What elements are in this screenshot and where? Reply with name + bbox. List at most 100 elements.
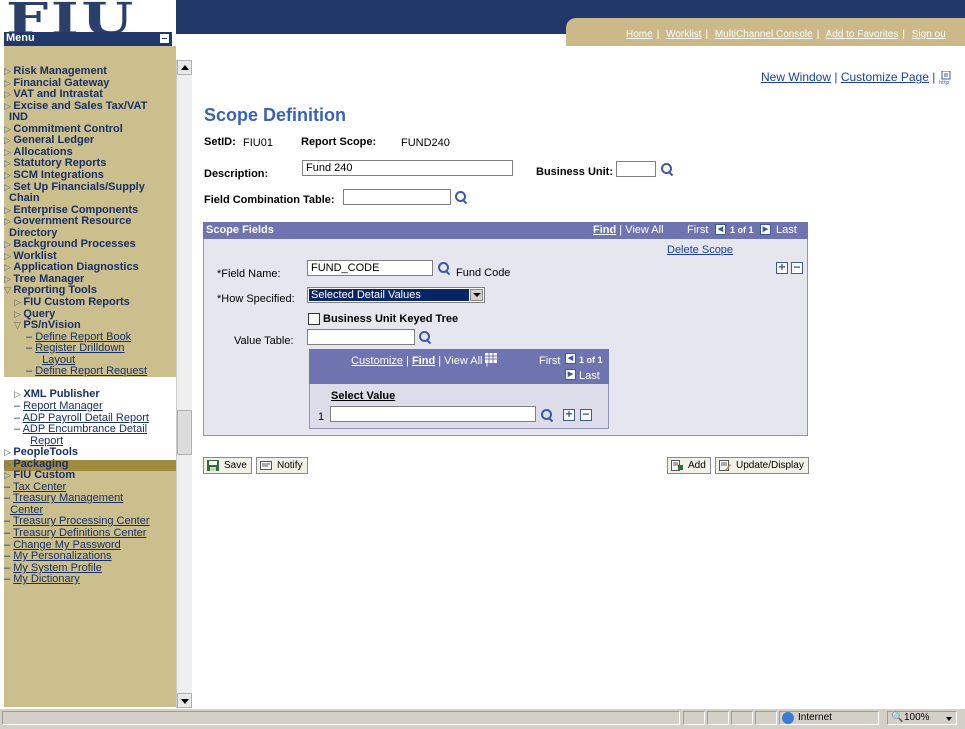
multichannel-console-link[interactable]: MultiChannel Console — [715, 29, 813, 40]
delete-scope-link[interactable]: Delete Scope — [667, 244, 733, 256]
sidebar-item-reporting-tools[interactable]: ▽ Reporting Tools — [4, 284, 97, 296]
select-value-lookup-icon[interactable] — [541, 409, 553, 421]
add-to-favorites-link[interactable]: Add to Favorites — [826, 29, 899, 40]
select-value-column-header[interactable]: Select Value — [331, 390, 395, 402]
sidebar-item-treasury-processing-center[interactable]: – Treasury Processing Center — [4, 515, 150, 527]
dash-icon: – — [4, 492, 13, 504]
scope-find-link[interactable]: Find — [593, 224, 616, 236]
sidebar-item-government-resource[interactable]: ▷ Government Resource — [4, 215, 131, 227]
sidebar-item-label: XML Publisher — [23, 388, 100, 400]
sidebar-item-risk-management[interactable]: ▷ Risk Management — [4, 65, 107, 77]
delete-row-icon[interactable]: − — [791, 261, 803, 274]
sidebar-item-fiu-custom-reports[interactable]: ▷ FIU Custom Reports — [14, 296, 130, 308]
sidebar-item-statutory-reports[interactable]: ▷ Statutory Reports — [4, 157, 106, 169]
scroll-thumb[interactable] — [177, 410, 192, 455]
sidebar-item-define-report-request[interactable]: – Define Report Request — [26, 365, 147, 377]
grid-customize-link[interactable]: Customize — [351, 355, 403, 367]
sidebar-item-adp-encumbrance-detail[interactable]: – ADP Encumbrance Detail — [14, 423, 147, 435]
dash-icon: – — [4, 573, 14, 585]
sidebar-scrollbar[interactable] — [176, 60, 192, 708]
expand-arrow-icon: ▷ — [4, 147, 14, 157]
worklist-link[interactable]: Worklist — [666, 29, 701, 40]
grid-last-label[interactable]: Last — [579, 370, 600, 382]
how-specified-select[interactable]: Selected Detail Values — [307, 287, 485, 303]
sign-out-link[interactable]: Sign ou — [912, 29, 946, 40]
sidebar-item-treasury-definitions-center[interactable]: – Treasury Definitions Center — [4, 527, 146, 539]
sidebar-item-ind[interactable]: IND — [4, 111, 28, 123]
chevron-down-icon[interactable] — [946, 717, 952, 721]
sidebar-item-label: My Personalizations — [13, 550, 112, 562]
scroll-up-icon[interactable] — [177, 60, 192, 75]
sidebar-item-my-personalizations[interactable]: – My Personalizations — [4, 550, 112, 562]
grid-view-all-link[interactable]: View All — [444, 355, 482, 367]
field-name-label: *Field Name: — [217, 268, 281, 280]
sidebar-item-application-diagnostics[interactable]: ▷ Application Diagnostics — [4, 261, 139, 273]
scope-last-label[interactable]: Last — [776, 224, 797, 236]
grid-add-row-icon[interactable]: + — [563, 408, 575, 421]
dash-icon: – — [14, 400, 24, 412]
add-row-icon[interactable]: + — [776, 261, 788, 274]
scope-next-icon[interactable]: ▶ — [760, 224, 771, 235]
sidebar-item-label: Treasury Processing Center — [12, 515, 150, 527]
expand-arrow-icon: ▷ — [14, 297, 24, 307]
page-utility-links: New Window | Customize Page | http — [761, 70, 953, 86]
business-unit-lookup-icon[interactable] — [661, 163, 673, 175]
home-link[interactable]: Home — [626, 29, 653, 40]
value-table-lookup-icon[interactable] — [419, 331, 431, 343]
minimize-menu-icon[interactable] — [160, 34, 169, 43]
sidebar-item-vat-and-intrastat[interactable]: ▷ VAT and Intrastat — [4, 88, 103, 100]
sidebar-item-chain[interactable]: Chain — [4, 192, 40, 204]
business-unit-input[interactable] — [616, 161, 656, 177]
sidebar-item-scm-integrations[interactable]: ▷ SCM Integrations — [4, 169, 104, 181]
scope-prev-icon[interactable]: ◀ — [715, 224, 726, 235]
customize-page-link[interactable]: Customize Page — [841, 70, 929, 84]
select-value-input[interactable] — [330, 406, 536, 422]
field-name-lookup-icon[interactable] — [438, 262, 450, 274]
chevron-down-icon[interactable] — [470, 289, 483, 301]
sidebar-item-treasury-management[interactable]: – Treasury Management — [4, 492, 123, 504]
notify-button[interactable]: Notify — [256, 457, 308, 474]
expand-arrow-icon: ▷ — [4, 470, 14, 480]
update-display-icon — [719, 460, 731, 471]
expand-arrow-icon: ▷ — [14, 309, 24, 319]
sidebar-item-general-ledger[interactable]: ▷ General Ledger — [4, 134, 94, 146]
scope-view-all-link[interactable]: View All — [625, 224, 663, 236]
scope-fields-title: Scope Fields — [206, 224, 274, 236]
sidebar-item-report-manager[interactable]: – Report Manager — [14, 400, 103, 412]
field-name-input[interactable] — [307, 260, 433, 276]
add-button[interactable]: Add — [667, 457, 711, 474]
grid-prev-icon[interactable]: ◀ — [565, 353, 576, 364]
expand-arrow-icon: ▷ — [4, 89, 14, 99]
grid-delete-row-icon[interactable]: − — [580, 408, 592, 421]
security-zone[interactable]: Internet — [779, 711, 879, 725]
sidebar-item-label: PeopleTools — [13, 446, 79, 458]
update-display-button[interactable]: Update/Display — [715, 457, 809, 474]
grid-first-label[interactable]: First — [539, 355, 560, 367]
sidebar-item-background-processes[interactable]: ▷ Background Processes — [4, 238, 136, 250]
sidebar-item-label: Reporting Tools — [13, 284, 97, 296]
scope-first-label[interactable]: First — [687, 224, 708, 236]
sidebar-item-my-dictionary[interactable]: – My Dictionary — [4, 573, 80, 585]
sidebar-item-xml-publisher[interactable]: ▷ XML Publisher — [14, 388, 100, 400]
sidebar-item-ps-nvision[interactable]: ▽ PS/nVision — [14, 319, 81, 331]
save-button[interactable]: Save — [203, 457, 252, 474]
sidebar-item-peopletools[interactable]: ▷ PeopleTools — [4, 446, 78, 458]
field-combination-lookup-icon[interactable] — [455, 191, 467, 203]
value-table-input[interactable] — [307, 329, 415, 345]
dash-icon: – — [4, 550, 14, 562]
scroll-down-icon[interactable] — [177, 693, 192, 708]
field-combination-input[interactable] — [343, 189, 451, 205]
zoom-control[interactable]: 🔍 100% — [887, 711, 957, 725]
http-icon[interactable]: http — [939, 70, 953, 86]
expand-arrow-icon: ▷ — [4, 216, 14, 226]
description-input[interactable] — [302, 160, 513, 176]
sidebar-item-label: Excise and Sales Tax/VAT — [13, 100, 148, 112]
grid-find-link[interactable]: Find — [412, 355, 435, 367]
grid-download-icon[interactable] — [485, 353, 497, 363]
bu-keyed-tree-checkbox[interactable] — [308, 313, 320, 325]
sidebar-item-register-drilldown[interactable]: – Register Drilldown — [26, 342, 124, 354]
globe-icon — [782, 712, 794, 724]
grid-next-icon[interactable]: ▶ — [565, 369, 576, 380]
new-window-link[interactable]: New Window — [761, 70, 831, 84]
sidebar-item-fiu-custom[interactable]: ▷ FIU Custom — [4, 469, 75, 481]
